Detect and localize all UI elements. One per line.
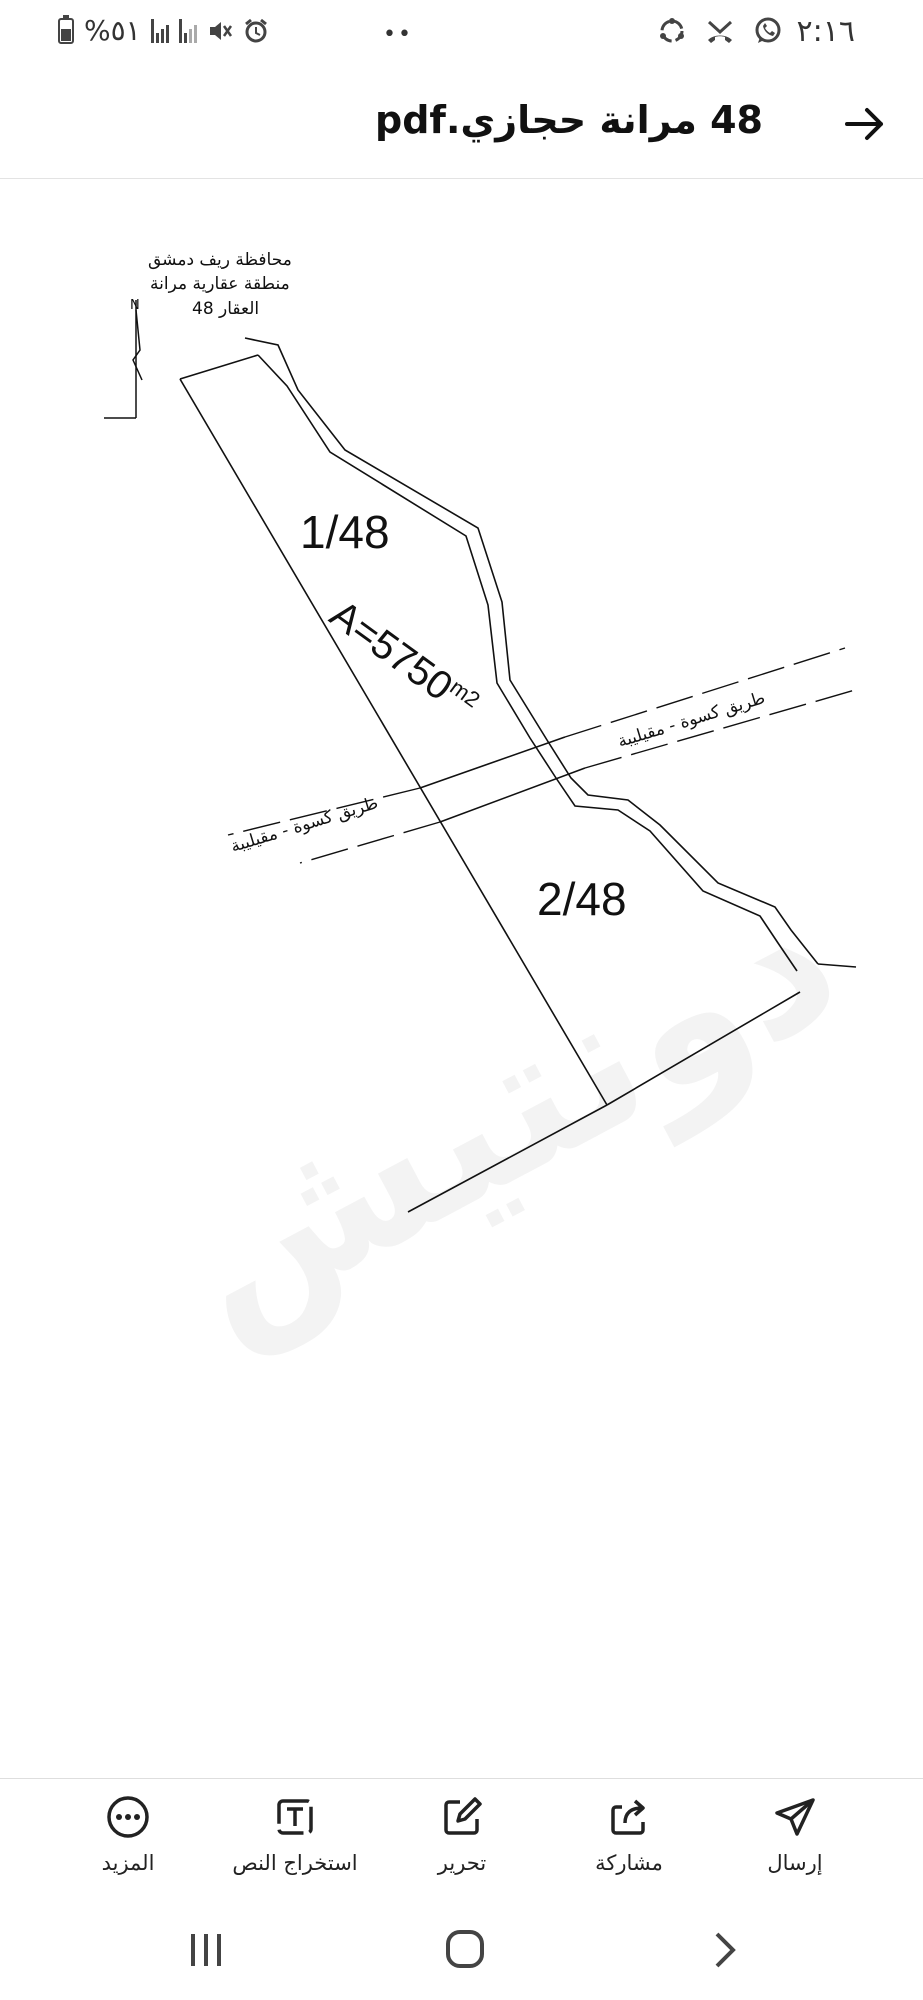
edit-label: تحرير <box>437 1851 487 1875</box>
signal-icon <box>150 18 169 43</box>
more-icon <box>107 1796 149 1838</box>
whatsapp-icon <box>755 17 781 43</box>
clock: ٢:١٦ <box>796 14 855 49</box>
more-label: المزيد <box>101 1851 155 1875</box>
boundary-south <box>407 1104 608 1213</box>
plan-region: منطقة عقارية مرانة <box>150 274 290 294</box>
system-nav-bar <box>0 1900 923 2000</box>
status-dots: •• <box>383 22 413 47</box>
document-title: 48 مرانة حجازي.pdf <box>375 98 763 142</box>
extract-text-label: استخراج النص <box>232 1851 358 1875</box>
pdf-page: دونتيش محافظة ريف دمشق منطقة عقارية مران… <box>0 180 923 1760</box>
road-line-south <box>439 767 586 823</box>
share-button[interactable]: مشاركة <box>549 1793 709 1875</box>
road-line-north <box>419 736 566 789</box>
send-label: إرسال <box>767 1851 823 1875</box>
app-header: 48 مرانة حجازي.pdf <box>0 70 923 179</box>
missed-call-icon <box>707 20 733 43</box>
boundary-top <box>179 354 259 380</box>
battery-percent: %٥١ <box>84 14 141 47</box>
home-icon[interactable] <box>435 1924 495 1976</box>
boundary-southeast <box>606 991 801 1106</box>
north-arrow-icon <box>104 300 143 419</box>
parcel-label-1: 1/48 <box>300 506 390 558</box>
status-bar: %٥١ •• ٢:١٦ <box>0 0 923 70</box>
edit-button[interactable]: تحرير <box>382 1793 542 1875</box>
signal-icon-2 <box>178 18 197 43</box>
alarm-icon <box>244 18 267 42</box>
bottom-toolbar: المزيد استخراج النص تحرير مشاركة إرسال <box>0 1778 923 1899</box>
edit-icon <box>444 1797 482 1835</box>
more-button[interactable]: المزيد <box>48 1793 208 1875</box>
status-left: %٥١ <box>58 14 269 47</box>
extract-text-icon <box>277 1799 313 1835</box>
recent-apps-icon[interactable] <box>176 1924 236 1976</box>
north-label: N <box>130 298 140 313</box>
send-button[interactable]: إرسال <box>715 1793 875 1875</box>
share-label: مشاركة <box>595 1851 663 1875</box>
boundary-east <box>257 354 798 972</box>
mute-icon <box>209 21 232 40</box>
survey-drawing <box>104 300 857 1213</box>
battery-icon <box>58 14 74 44</box>
send-icon <box>775 1798 815 1836</box>
plan-governorate: محافظة ريف دمشق <box>148 250 292 270</box>
plan-parcel: العقار 48 <box>192 299 260 319</box>
notification-icons <box>657 16 783 46</box>
sync-icon <box>660 18 684 43</box>
arrow-right-icon[interactable] <box>841 100 889 148</box>
share-icon <box>611 1799 645 1835</box>
road-edge-east <box>244 337 819 965</box>
back-icon[interactable] <box>695 1924 755 1976</box>
parcel-label-2: 2/48 <box>537 873 627 925</box>
boundary-west <box>179 378 608 1106</box>
extract-text-button[interactable]: استخراج النص <box>215 1793 375 1875</box>
